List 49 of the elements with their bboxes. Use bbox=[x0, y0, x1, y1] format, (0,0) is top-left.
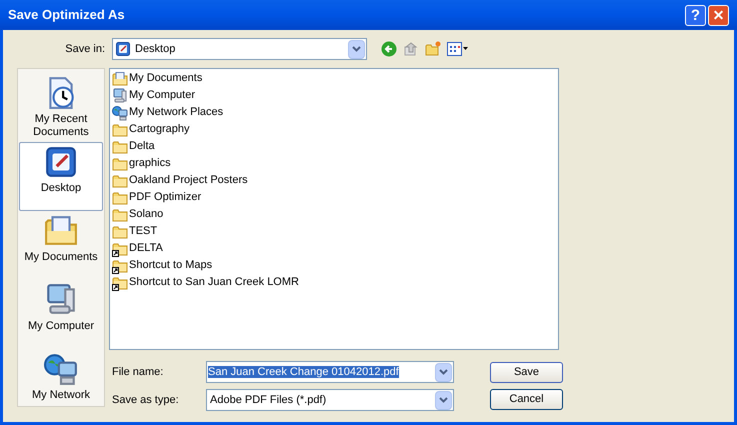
help-button[interactable]: ? bbox=[685, 4, 706, 26]
file-item[interactable]: Shortcut to Maps bbox=[112, 257, 558, 274]
file-item[interactable]: Solano bbox=[112, 206, 558, 223]
file-item[interactable]: DELTA bbox=[112, 240, 558, 257]
file-item[interactable]: graphics bbox=[112, 155, 558, 172]
window-title: Save Optimized As bbox=[8, 6, 126, 24]
file-item[interactable]: Delta bbox=[112, 138, 558, 155]
computer-icon bbox=[44, 283, 78, 317]
folder-icon bbox=[112, 122, 128, 138]
back-icon[interactable] bbox=[381, 41, 397, 57]
save-in-dropdown[interactable]: Desktop bbox=[112, 38, 367, 60]
shortcut-folder-icon bbox=[112, 240, 128, 256]
desktop-icon bbox=[115, 41, 131, 57]
file-item[interactable]: PDF Optimizer bbox=[112, 189, 558, 206]
file-name-label: File name: bbox=[111, 364, 164, 380]
shortcut-folder-icon bbox=[112, 274, 128, 290]
place-item[interactable]: Desktop bbox=[19, 142, 103, 211]
file-item[interactable]: My Computer bbox=[112, 87, 558, 104]
file-item[interactable]: Shortcut to San Juan Creek LOMR bbox=[112, 274, 558, 291]
cancel-button[interactable]: Cancel bbox=[490, 389, 563, 410]
file-name-field[interactable]: San Juan Creek Change 01042012.pdf bbox=[206, 361, 454, 383]
shortcut-folder-icon bbox=[112, 258, 128, 274]
folder-icon bbox=[112, 206, 128, 222]
place-item[interactable]: My Documents bbox=[19, 211, 103, 280]
view-menu-icon[interactable] bbox=[447, 41, 469, 57]
documents-folder-icon bbox=[44, 214, 78, 248]
close-button[interactable]: × bbox=[708, 4, 729, 26]
file-item[interactable]: Cartography bbox=[112, 121, 558, 138]
place-item[interactable]: My Recent Documents bbox=[19, 73, 103, 142]
computer-icon bbox=[112, 88, 128, 104]
file-item[interactable]: My Network Places bbox=[112, 104, 558, 121]
save-button[interactable]: Save bbox=[490, 362, 563, 383]
folder-icon bbox=[112, 138, 128, 154]
folder-icon bbox=[112, 172, 128, 188]
file-item[interactable]: My Documents bbox=[112, 70, 558, 87]
folder-icon bbox=[112, 224, 128, 240]
documents-folder-icon bbox=[112, 70, 128, 86]
save-as-type-label: Save as type: bbox=[111, 392, 180, 408]
desktop-icon bbox=[44, 145, 78, 179]
folder-icon bbox=[112, 190, 128, 206]
place-item[interactable]: My Computer bbox=[19, 280, 103, 349]
folder-icon bbox=[112, 156, 128, 172]
place-item[interactable]: My Network bbox=[19, 349, 103, 406]
network-icon bbox=[44, 352, 78, 386]
file-item[interactable]: Oakland Project Posters bbox=[112, 172, 558, 189]
save-in-label: Save in: bbox=[64, 42, 106, 57]
file-item[interactable]: TEST bbox=[112, 223, 558, 240]
network-icon bbox=[112, 104, 128, 120]
save-as-type-dropdown[interactable]: Adobe PDF Files (*.pdf) bbox=[206, 389, 454, 411]
